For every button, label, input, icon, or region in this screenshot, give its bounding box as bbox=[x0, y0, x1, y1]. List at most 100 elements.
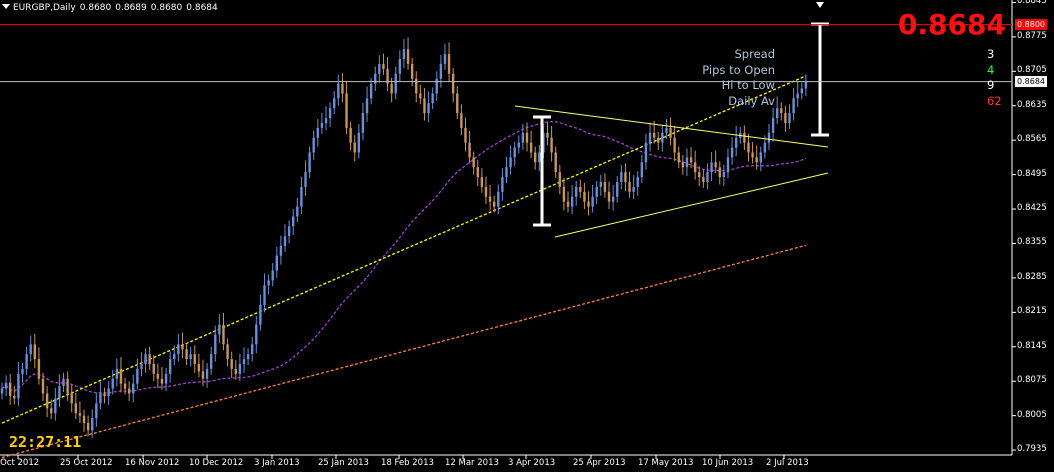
candle-body bbox=[480, 177, 484, 187]
candle-body bbox=[287, 226, 291, 237]
candle-body bbox=[168, 359, 172, 374]
moving-average-long bbox=[1, 244, 807, 459]
candle-body bbox=[107, 388, 110, 396]
candle-body bbox=[624, 172, 627, 182]
candle-body bbox=[160, 378, 164, 384]
candle-body bbox=[767, 132, 771, 143]
candle-body bbox=[451, 73, 455, 94]
candle-body bbox=[669, 127, 672, 138]
candle-body bbox=[435, 78, 438, 94]
candle-body bbox=[525, 132, 529, 143]
candle-body bbox=[250, 344, 254, 355]
candle-body bbox=[538, 152, 541, 163]
candle-body bbox=[599, 182, 603, 187]
candle-body bbox=[283, 236, 287, 246]
candle-body bbox=[570, 196, 574, 207]
candle-body bbox=[505, 167, 508, 178]
candle-body bbox=[33, 344, 37, 360]
candle-body bbox=[652, 132, 656, 138]
candle-body bbox=[13, 395, 16, 399]
stat-label: Daily Av bbox=[728, 93, 775, 108]
candle-body bbox=[558, 172, 562, 187]
candle-body bbox=[456, 93, 459, 114]
stat-label: Spread bbox=[734, 47, 776, 61]
candle-body bbox=[341, 83, 344, 94]
candle-body bbox=[460, 113, 463, 128]
candle-body bbox=[292, 216, 295, 227]
candle-body bbox=[103, 393, 106, 396]
y-tick-label: 0.8775 bbox=[1017, 30, 1047, 41]
candle-body bbox=[509, 157, 512, 168]
x-tick-label: 3 Oct 2012 bbox=[0, 458, 40, 468]
candle-body bbox=[316, 127, 320, 138]
candle-body bbox=[665, 127, 668, 133]
candle-body bbox=[423, 98, 426, 114]
candle-body bbox=[730, 147, 734, 158]
y-tick-label: 0.8565 bbox=[1017, 134, 1047, 145]
candle-body bbox=[710, 162, 713, 173]
candle-body bbox=[771, 118, 775, 133]
candle-body bbox=[476, 167, 479, 178]
candle-body bbox=[714, 162, 717, 168]
price-chart[interactable] bbox=[0, 0, 1054, 472]
bid-price-box: 0.8684 bbox=[1015, 75, 1047, 87]
candle-body bbox=[320, 122, 324, 128]
candle-body bbox=[230, 359, 233, 369]
candle-body bbox=[369, 83, 373, 99]
candle-body bbox=[702, 177, 705, 182]
candle-body bbox=[492, 201, 496, 207]
candle-body bbox=[345, 93, 348, 128]
current-price-display: 0.8684 bbox=[897, 8, 1006, 41]
y-tick-label: 0.8075 bbox=[1017, 375, 1047, 386]
x-tick-label: 3 Jan 2013 bbox=[254, 458, 300, 468]
candle-body bbox=[406, 49, 410, 64]
candle-body bbox=[759, 152, 762, 163]
candle-body bbox=[263, 285, 266, 305]
server-clock: 22:27:11 bbox=[9, 433, 82, 451]
x-tick-label: 2 Jul 2013 bbox=[766, 458, 809, 468]
stat-label: Pips to Open bbox=[702, 62, 775, 77]
candle-body bbox=[501, 177, 504, 192]
candle-body bbox=[636, 177, 639, 187]
candle-body bbox=[468, 142, 471, 158]
candle-body bbox=[29, 344, 32, 355]
candle-body bbox=[9, 382, 12, 396]
candle-body bbox=[640, 162, 644, 178]
candle-body bbox=[554, 152, 557, 173]
ohlc-high: 0.8689 bbox=[115, 3, 147, 13]
candle-body bbox=[616, 182, 619, 197]
candle-body bbox=[17, 373, 20, 399]
candle-body bbox=[378, 63, 381, 74]
candle-body bbox=[58, 386, 61, 399]
candle-body bbox=[431, 93, 434, 104]
candle-body bbox=[517, 142, 520, 148]
header-dropdown-icon[interactable] bbox=[2, 4, 10, 9]
candle-body bbox=[722, 172, 726, 178]
candle-body bbox=[513, 147, 516, 158]
candle-body bbox=[66, 378, 69, 394]
candle-body bbox=[132, 383, 135, 394]
candle-body bbox=[620, 172, 623, 182]
candle-body bbox=[365, 98, 369, 114]
candle-body bbox=[419, 93, 422, 99]
candle-body bbox=[123, 383, 127, 389]
x-tick-label: 25 Jan 2013 bbox=[318, 458, 369, 468]
candle-body bbox=[726, 157, 730, 173]
candle-body bbox=[218, 324, 221, 335]
candle-body bbox=[148, 354, 151, 364]
chart-header: EURGBP,Daily 0.8680 0.8689 0.8680 0.8684 bbox=[2, 3, 222, 13]
candle-body bbox=[689, 157, 693, 163]
candle-body bbox=[784, 113, 787, 123]
candle-body bbox=[337, 83, 340, 99]
candle-body bbox=[238, 364, 242, 374]
x-tick-label: 25 Oct 2012 bbox=[60, 458, 113, 468]
candle-body bbox=[611, 196, 615, 202]
x-tick-label: 16 Nov 2012 bbox=[125, 458, 180, 468]
y-tick-label: 0.7935 bbox=[1017, 444, 1047, 455]
candle-body bbox=[550, 137, 553, 153]
candle-body bbox=[698, 172, 701, 178]
candle-body bbox=[95, 403, 98, 419]
candle-body bbox=[78, 413, 82, 416]
candle-body bbox=[242, 359, 246, 364]
candle-body bbox=[657, 137, 660, 143]
